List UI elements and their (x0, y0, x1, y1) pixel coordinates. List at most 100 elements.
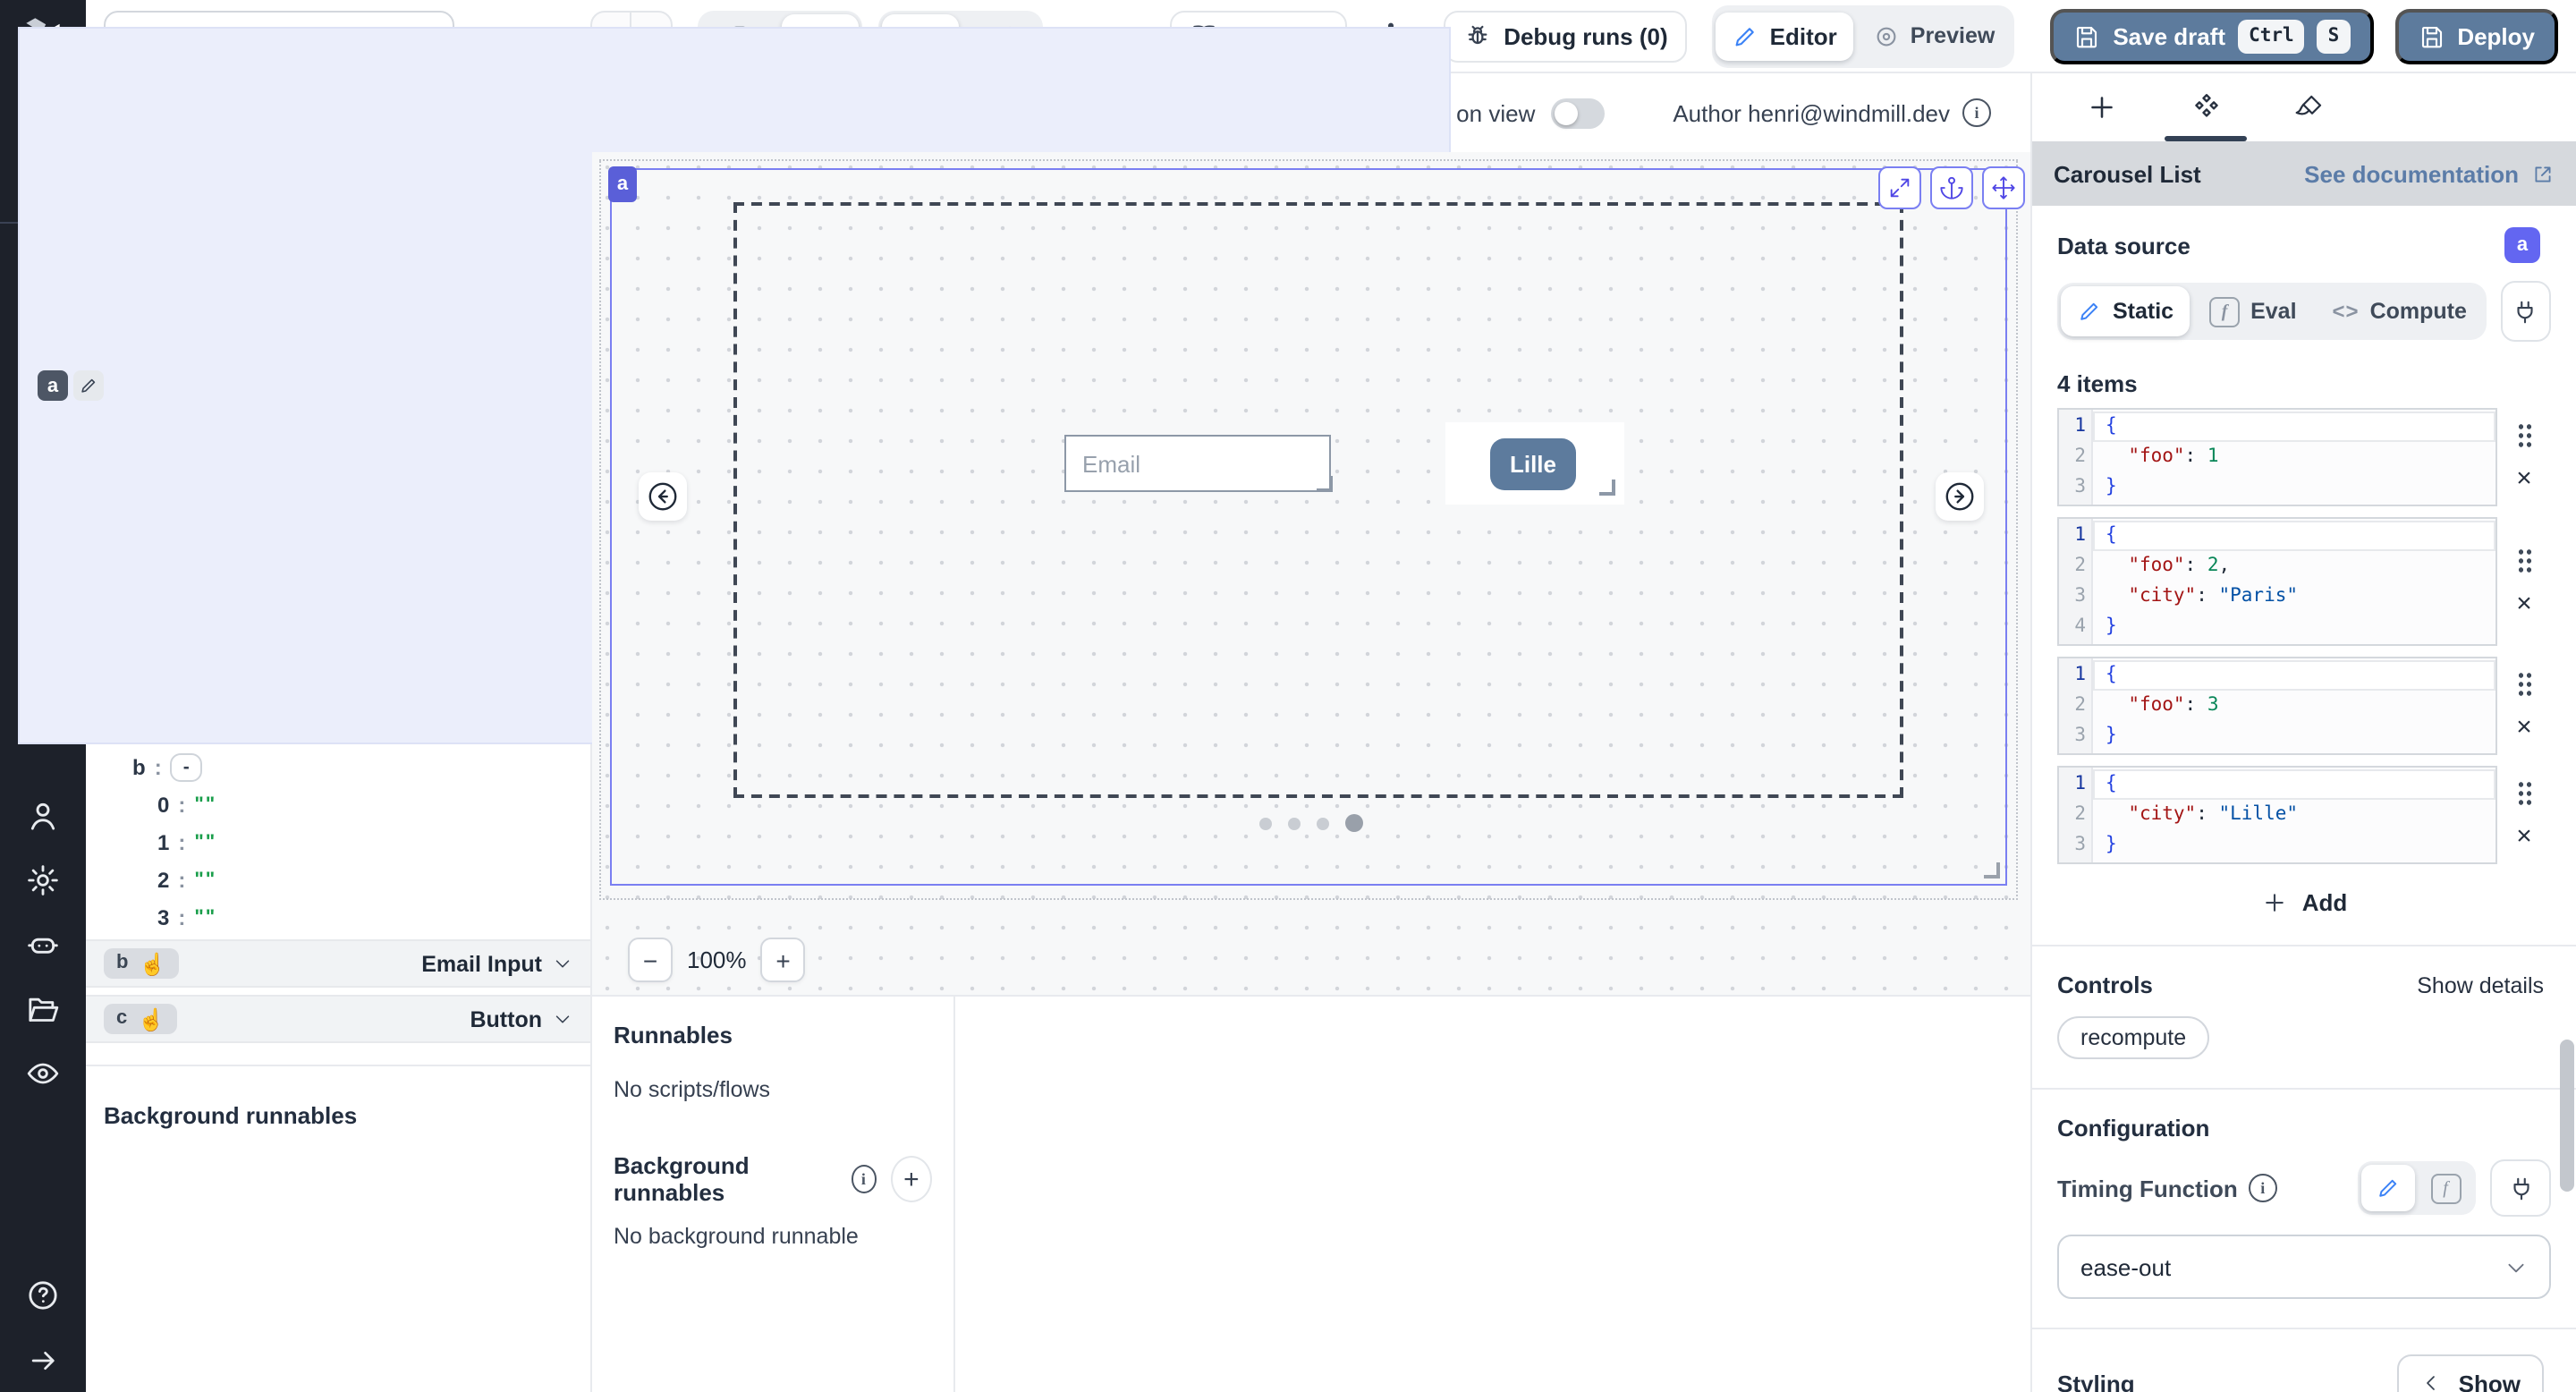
windmill-app-editor: Tutorials Debug runs (0) Editor Preview (0, 0, 2576, 1392)
output-tree-row[interactable]: b:- (86, 748, 590, 785)
person-icon[interactable] (0, 784, 86, 848)
recompute-button[interactable]: recompute (2057, 1016, 2209, 1059)
output-tree-row[interactable]: 0:"" (86, 785, 590, 823)
save-draft-button[interactable]: Save draft Ctrl S (2050, 8, 2373, 64)
carousel-dot[interactable] (1317, 817, 1329, 829)
timing-eval-button[interactable]: f (2419, 1165, 2472, 1211)
component-row-email[interactable]: b ☝ Email Input (86, 939, 590, 988)
delete-item-icon[interactable]: × (2516, 823, 2532, 850)
eval-mode-button[interactable]: f Eval (2193, 286, 2312, 336)
help-icon[interactable] (0, 1263, 86, 1328)
folder-icon[interactable] (0, 977, 86, 1041)
debug-runs-button[interactable]: Debug runs (0) (1443, 10, 1687, 62)
json-editor[interactable]: 123{ "foo": 1} (2057, 408, 2497, 506)
json-item-row: 123{ "foo": 3} × (2057, 657, 2551, 755)
gear-icon[interactable] (0, 848, 86, 912)
delete-item-icon[interactable]: × (2516, 714, 2532, 741)
tree-toggle-badge[interactable]: - (171, 752, 202, 781)
component-settings-tab[interactable] (2154, 73, 2258, 141)
timing-connect-button[interactable] (2490, 1159, 2551, 1217)
insert-component-tab[interactable] (2050, 73, 2154, 141)
app-canvas[interactable]: a (592, 152, 2030, 995)
kbd-ctrl: Ctrl (2238, 19, 2305, 53)
robot-icon[interactable] (0, 912, 86, 977)
zoom-out-button[interactable]: − (628, 938, 673, 982)
output-tree-row[interactable]: 2:"" (86, 861, 590, 898)
component-title: Carousel List (2054, 160, 2201, 187)
deploy-button[interactable]: Deploy (2394, 8, 2558, 64)
function-icon: f (2430, 1173, 2461, 1203)
info-icon[interactable]: i (851, 1165, 877, 1193)
component-row-button[interactable]: c ☝ Button (86, 995, 590, 1043)
component-resize-handle[interactable] (1984, 862, 2000, 878)
code-line: "city": "Paris" (2093, 581, 2496, 612)
show-details-link[interactable]: Show details (2417, 972, 2544, 997)
timing-function-select[interactable]: ease-out (2057, 1235, 2551, 1299)
drag-handle-icon[interactable] (2516, 547, 2532, 573)
items-count: 4 items (2057, 370, 2551, 397)
info-icon[interactable]: i (2249, 1174, 2277, 1202)
output-tree-row[interactable]: 3:"" (86, 898, 590, 936)
resize-handle[interactable] (1599, 480, 1615, 496)
eye-icon[interactable] (0, 1041, 86, 1106)
output-tree-row[interactable]: 1:"" (86, 823, 590, 861)
carousel-dot[interactable] (1345, 814, 1363, 832)
drag-handle-icon[interactable] (2516, 422, 2532, 449)
drag-handle-icon[interactable] (2516, 780, 2532, 807)
styling-show-button[interactable]: Show (2398, 1354, 2544, 1392)
json-editor[interactable]: 123{ "city": "Lille"} (2057, 766, 2497, 864)
editor-tab[interactable]: Editor (1716, 12, 1853, 60)
data-source-mode-toggle: Static f Eval <> Compute (2057, 283, 2487, 340)
carousel-next-button[interactable] (1936, 472, 1984, 521)
panel-scrollbar[interactable] (2560, 1040, 2574, 1192)
deploy-save-icon (2418, 22, 2445, 49)
pencil-icon (86, 376, 98, 395)
delete-item-icon[interactable]: × (2516, 590, 2532, 616)
tree-key: 2 (157, 867, 169, 892)
preview-tab[interactable]: Preview (1857, 12, 2012, 60)
background-runnables-title: Background runnables (614, 1152, 836, 1206)
carousel-dot[interactable] (1288, 817, 1301, 829)
anchor-component-button[interactable] (1930, 166, 1973, 209)
carousel-dot[interactable] (1259, 817, 1272, 829)
tree-key: b (132, 754, 146, 779)
hide-bar-toggle[interactable] (1551, 98, 1605, 128)
code-line: } (2093, 830, 2496, 861)
edit-id-button[interactable] (86, 370, 104, 401)
main-area: Tutorials Debug runs (0) Editor Preview (86, 0, 2576, 1392)
components-icon (2189, 90, 2223, 124)
json-editor[interactable]: 1234{ "foo": 2, "city": "Paris"} (2057, 517, 2497, 646)
connect-button[interactable] (2501, 281, 2551, 342)
delete-item-icon[interactable]: × (2516, 465, 2532, 492)
item-controls: × (2497, 657, 2551, 755)
data-source-label: Data source (2057, 232, 2190, 259)
add-background-runnable-button[interactable]: + (891, 1156, 932, 1202)
carousel-prev-button[interactable] (639, 472, 687, 521)
styling-tab[interactable] (2258, 73, 2361, 141)
arrow-right-icon[interactable] (0, 1328, 86, 1392)
move-component-button[interactable] (1982, 166, 2025, 209)
static-mode-button[interactable]: Static (2061, 286, 2190, 336)
add-item-button[interactable]: Add (2261, 889, 2348, 916)
json-editor[interactable]: 123{ "foo": 3} (2057, 657, 2497, 755)
plug-icon (2512, 298, 2539, 325)
code-icon: <> (2333, 299, 2360, 324)
zoom-in-button[interactable]: + (761, 938, 806, 982)
carousel-container[interactable]: Lille (733, 202, 1903, 798)
info-icon[interactable]: i (1962, 98, 1991, 127)
code-line: "city": "Lille" (2093, 800, 2496, 830)
json-item-row: 1234{ "foo": 2, "city": "Paris"} × (2057, 517, 2551, 646)
email-input-component[interactable] (1064, 435, 1331, 492)
drag-handle-icon[interactable] (2516, 671, 2532, 698)
code-lines: { "foo": 1} (2093, 410, 2496, 505)
button-component[interactable]: Lille (1490, 438, 1576, 490)
see-documentation-link[interactable]: See documentation (2304, 160, 2555, 187)
code-line: { (2093, 521, 2496, 551)
resize-handle[interactable] (1317, 476, 1333, 492)
timing-static-button[interactable] (2361, 1165, 2415, 1211)
expand-component-button[interactable] (1878, 166, 1921, 209)
settings-panel: Carousel List See documentation Data sou… (2030, 73, 2576, 1392)
component-row-carousel[interactable]: a Carousel List (86, 73, 592, 744)
compute-mode-button[interactable]: <> Compute (2317, 286, 2483, 336)
selected-carousel-component[interactable]: a (610, 168, 2007, 886)
